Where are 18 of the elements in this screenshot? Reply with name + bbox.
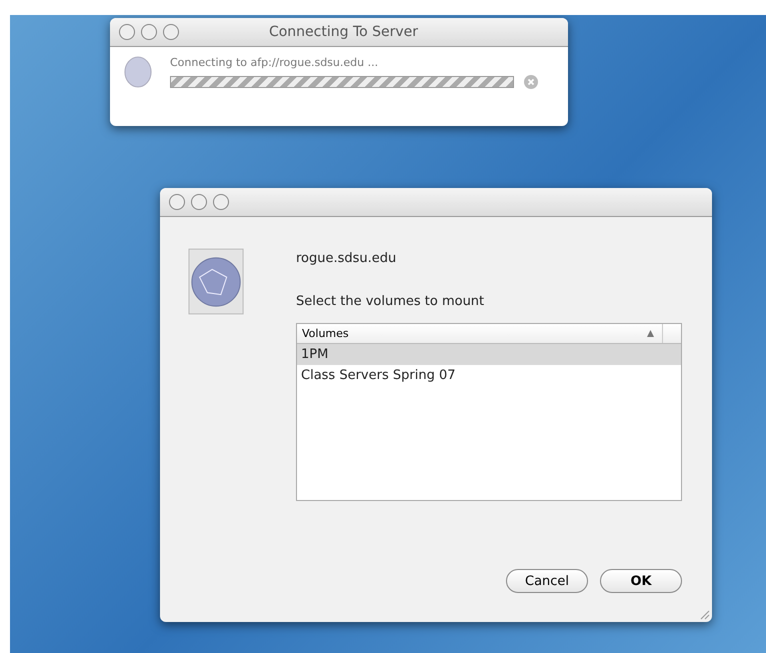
window-control[interactable] <box>191 194 207 210</box>
window-control[interactable] <box>169 194 185 210</box>
window-title: Connecting To Server <box>268 24 420 40</box>
stop-icon[interactable] <box>524 74 538 88</box>
window-control[interactable] <box>141 24 157 40</box>
resize-grip-icon[interactable] <box>698 608 710 620</box>
ok-button[interactable]: OK <box>600 569 682 593</box>
prompt-text: Select the volumes to mount <box>296 294 486 309</box>
server-name: rogue.sdsu.edu <box>296 251 398 266</box>
window-control[interactable] <box>119 24 135 40</box>
window-control[interactable] <box>163 24 179 40</box>
window-control[interactable] <box>213 194 229 210</box>
cancel-button[interactable]: Cancel <box>506 569 588 593</box>
globe-icon <box>188 247 246 317</box>
volume-row[interactable]: 1PM <box>297 344 681 365</box>
globe-icon <box>124 55 152 89</box>
volume-row[interactable]: Class Servers Spring 07 <box>297 365 681 386</box>
status-message: Connecting to afp://rogue.sdsu.edu ... <box>170 56 380 68</box>
